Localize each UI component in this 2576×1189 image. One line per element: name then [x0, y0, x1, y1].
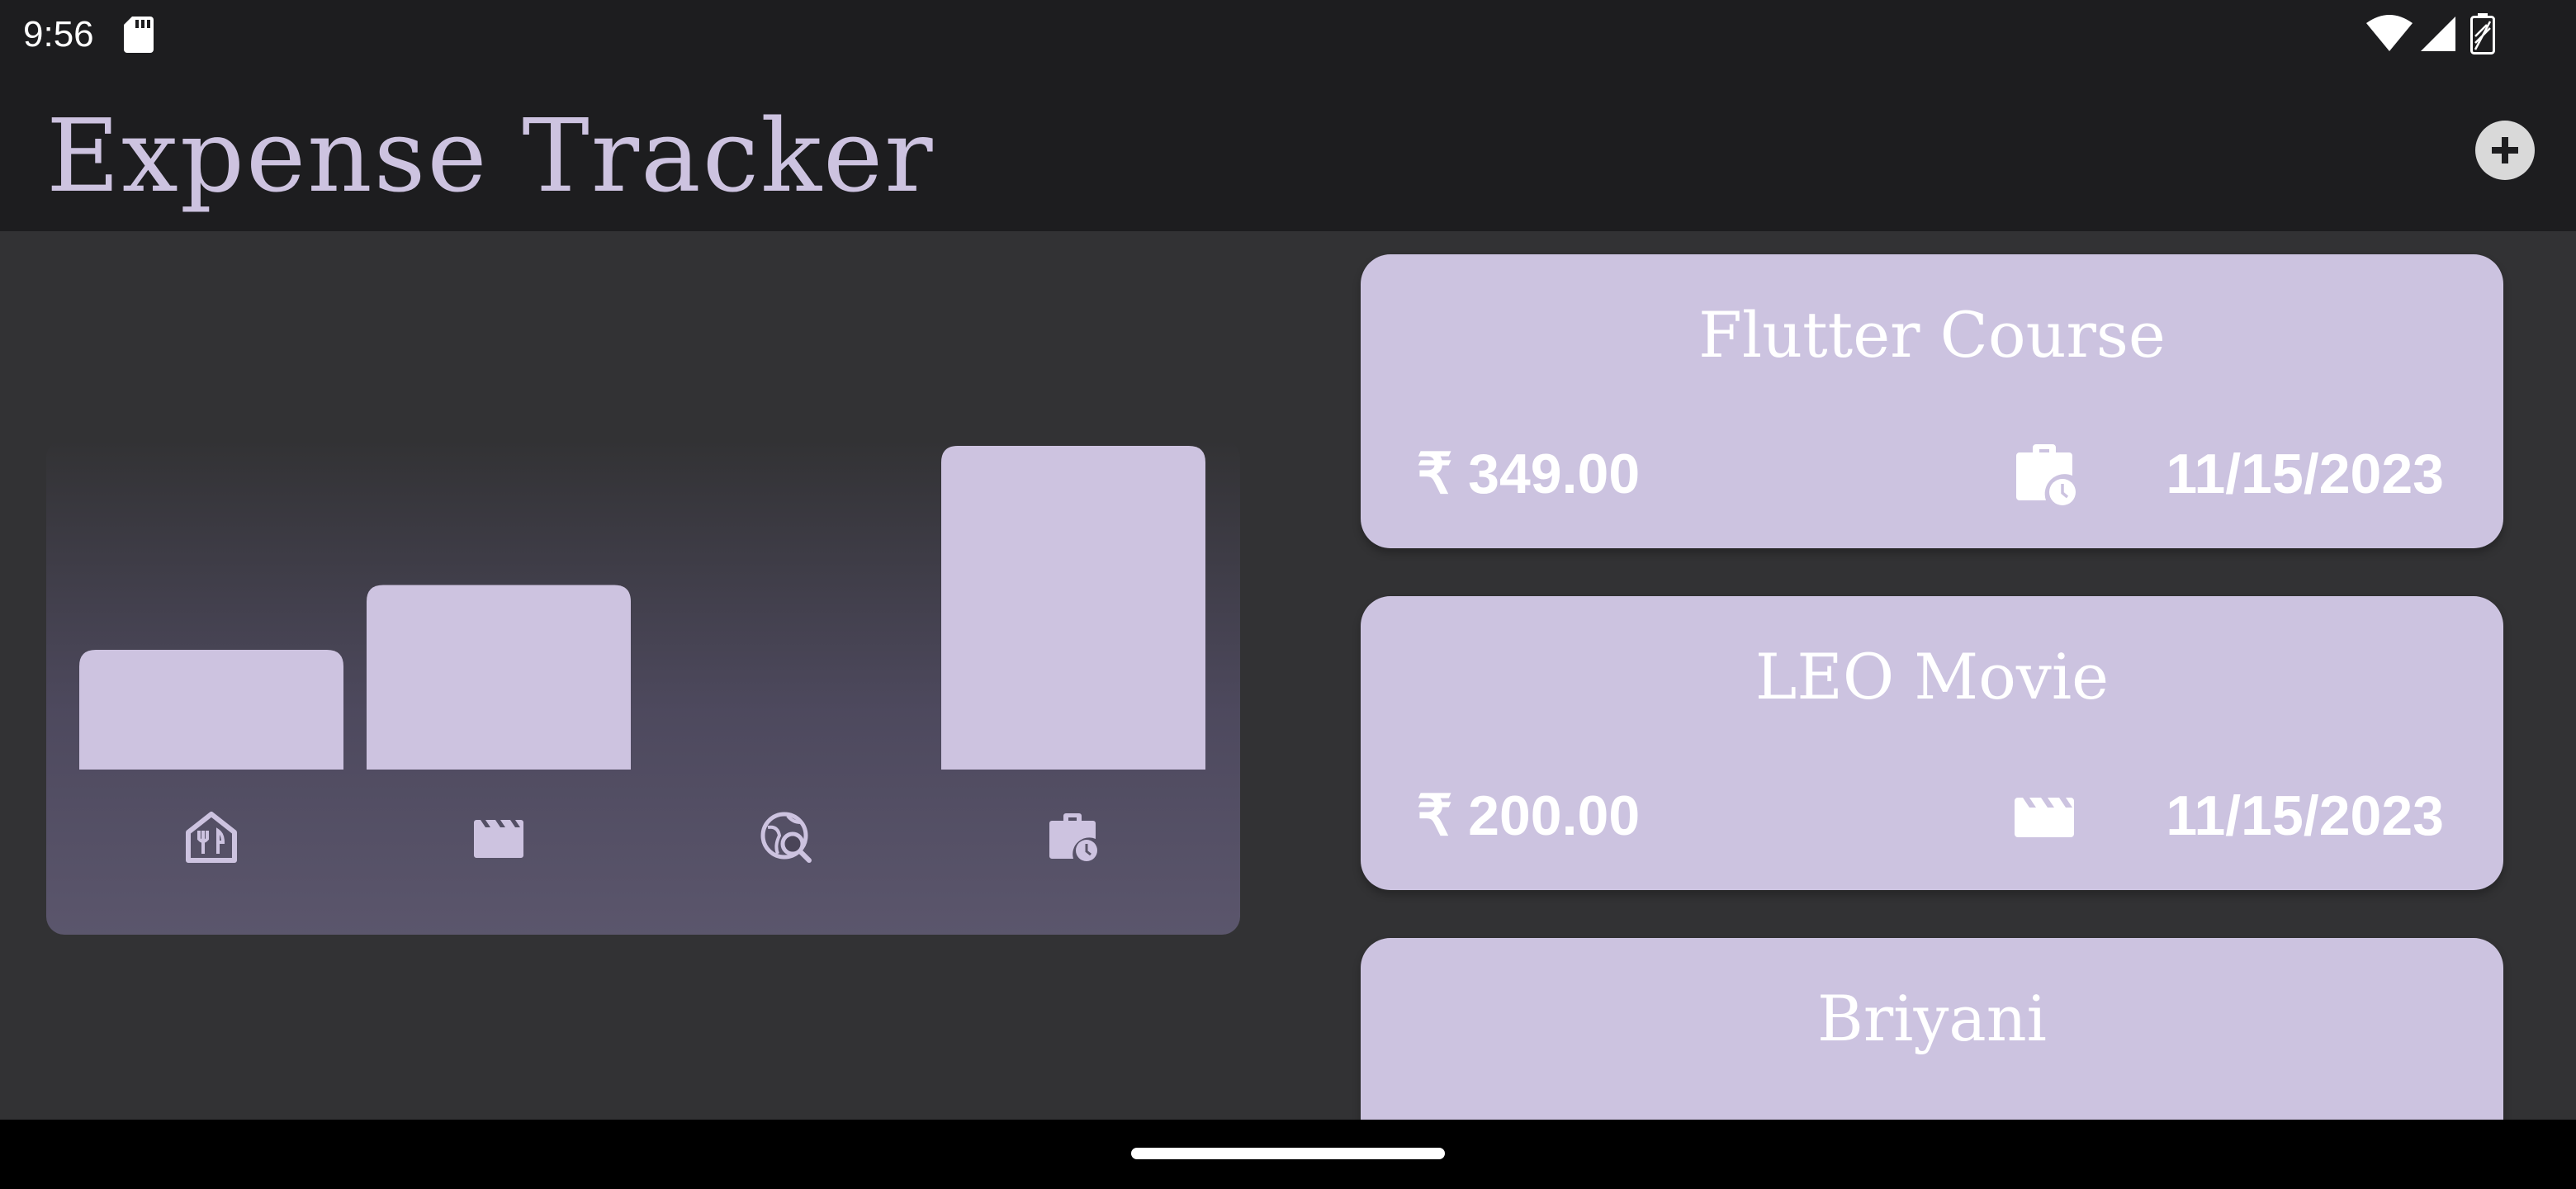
work-history-icon — [2016, 444, 2076, 505]
restaurant-icon — [186, 812, 237, 863]
chart-bar-work — [941, 446, 1205, 770]
travel-explore-icon — [760, 812, 812, 863]
add-expense-button[interactable] — [2475, 121, 2535, 180]
expense-amount: ₹ 200.00 — [1417, 784, 1641, 847]
expense-date: 11/15/2023 — [2166, 784, 2444, 847]
chart-bar-leisure — [367, 585, 631, 770]
app-bar: Expense Tracker — [0, 69, 2576, 231]
signal-icon — [2421, 17, 2455, 51]
status-time: 9:56 — [23, 14, 94, 54]
expense-card[interactable]: Briyani — [1361, 938, 2503, 1120]
system-nav-bar — [0, 1120, 2576, 1189]
expense-chart — [46, 439, 1240, 935]
main-content: Flutter Course ₹ 349.00 11/15/2023 LEO M… — [0, 231, 2576, 1120]
movie-icon — [2015, 798, 2074, 837]
chart-canvas — [79, 446, 1205, 863]
expense-card[interactable]: Flutter Course ₹ 349.00 11/15/2023 — [1361, 254, 2503, 548]
expense-amount: ₹ 349.00 — [1417, 443, 1641, 505]
movie-icon — [474, 820, 523, 858]
wifi-icon — [2366, 15, 2413, 51]
work-history-icon — [1049, 813, 1097, 861]
chart-bar-food — [79, 649, 343, 770]
app-title: Expense Tracker — [46, 97, 935, 215]
battery-icon — [2470, 13, 2495, 54]
expense-title: Briyani — [1817, 982, 2047, 1055]
expense-title: LEO Movie — [1754, 640, 2110, 713]
expense-card[interactable]: LEO Movie ₹ 200.00 11/15/2023 — [1361, 596, 2503, 890]
status-bar: 9:56 — [0, 0, 2576, 69]
expense-title: Flutter Course — [1698, 298, 2166, 372]
expense-date: 11/15/2023 — [2166, 443, 2444, 505]
home-indicator[interactable] — [1131, 1148, 1445, 1159]
sd-card-icon — [124, 17, 154, 53]
add-icon — [2492, 137, 2518, 163]
